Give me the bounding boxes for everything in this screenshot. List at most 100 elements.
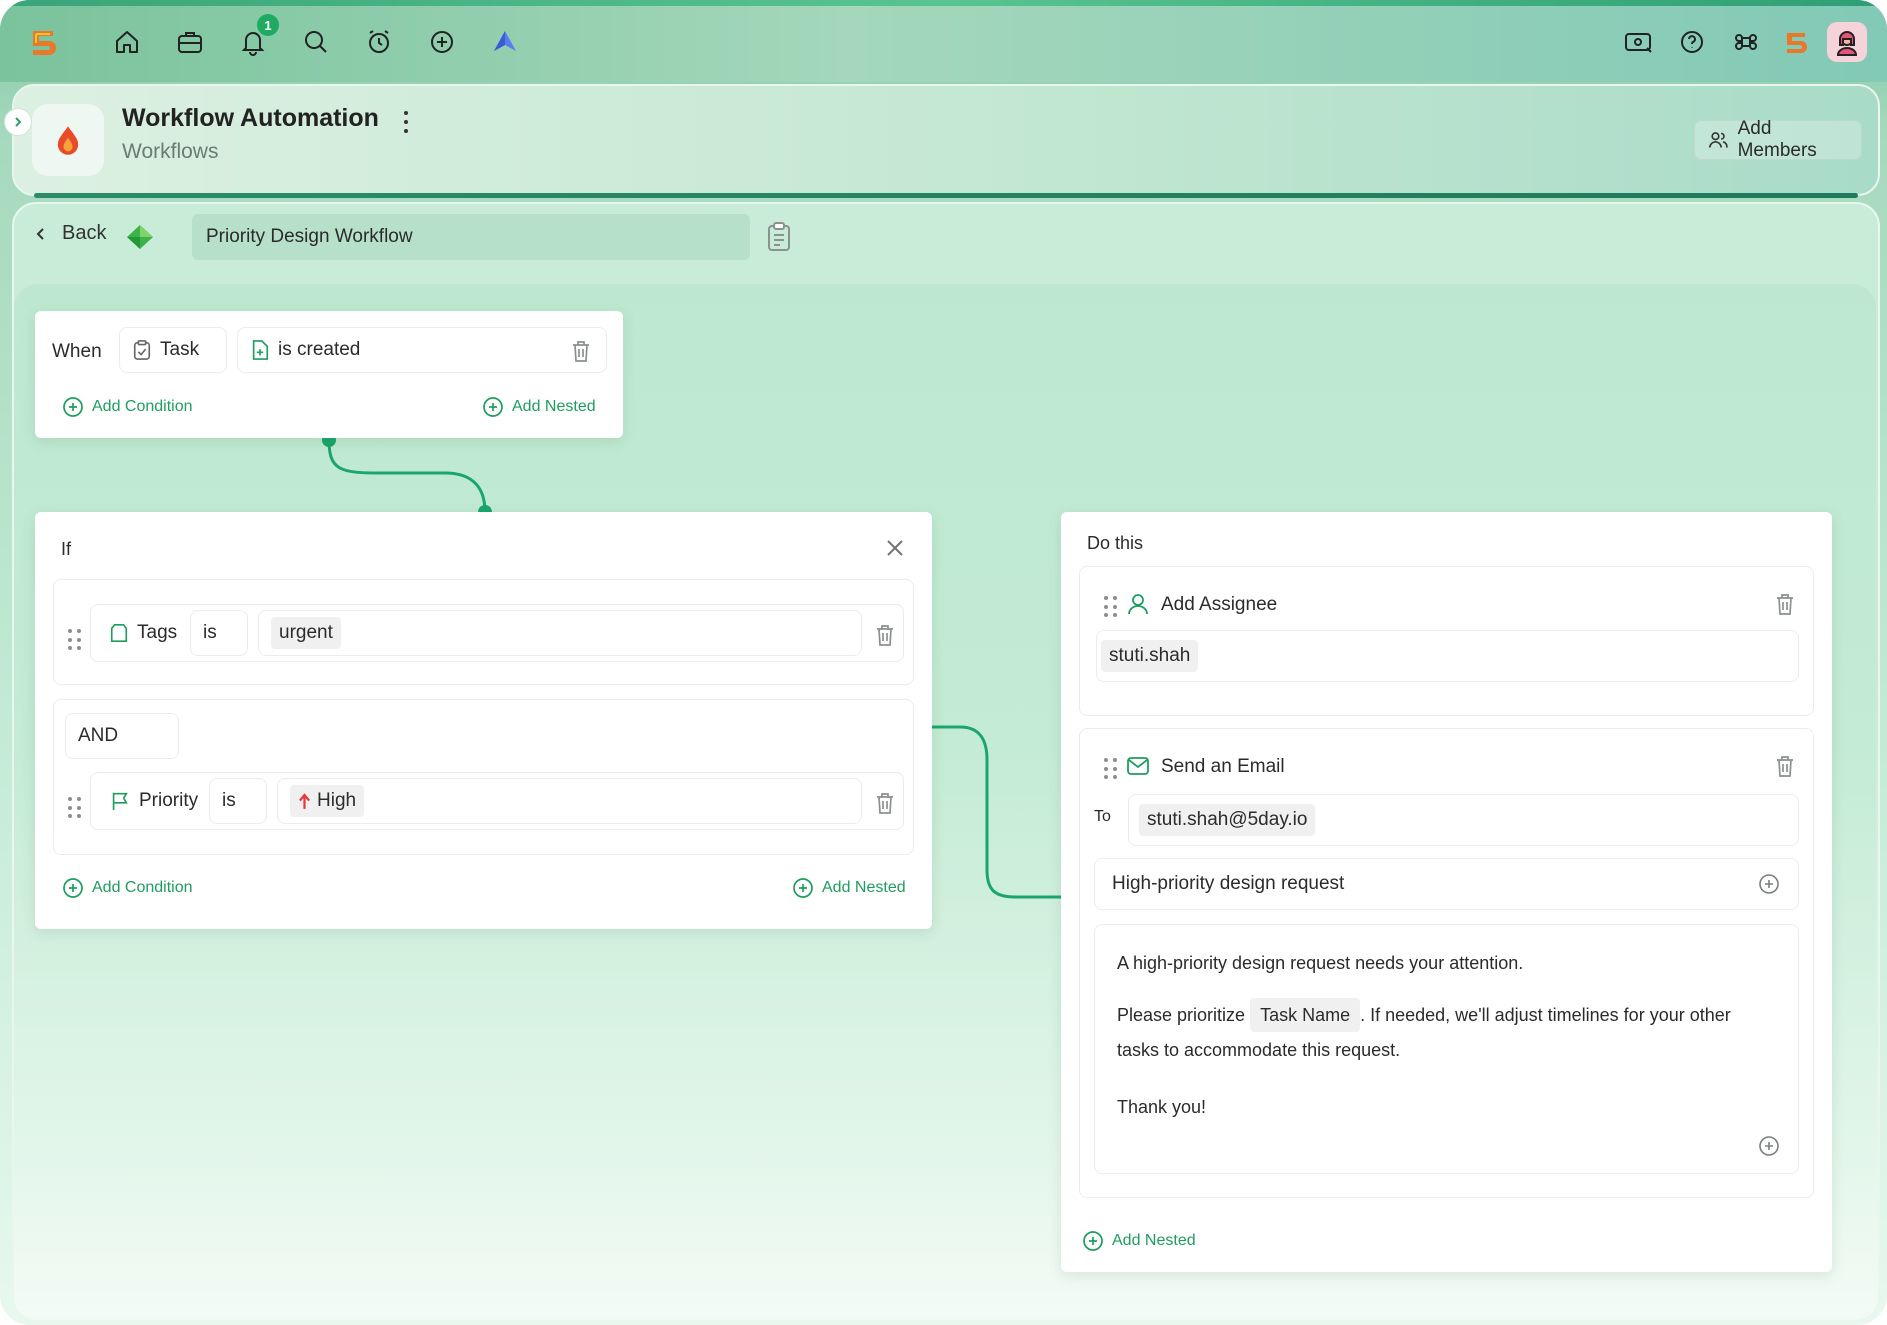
notification-count-badge: 1 — [257, 14, 279, 36]
and-joiner-select[interactable]: AND — [65, 713, 179, 759]
delete-condition-icon[interactable] — [874, 791, 896, 815]
insert-variable-icon[interactable] — [1758, 1135, 1780, 1157]
email-action-title: Send an Email — [1161, 756, 1285, 777]
search-icon[interactable] — [296, 22, 336, 62]
email-body-line: Thank you! — [1117, 1097, 1207, 1117]
tag-icon — [110, 624, 128, 642]
condition-operator-select[interactable]: is — [209, 778, 267, 824]
add-nested-label: Add Nested — [1112, 1232, 1196, 1249]
email-body-line: A high-priority design request needs you… — [1117, 953, 1524, 973]
diamond-icon — [127, 225, 153, 249]
add-nested-label: Add Nested — [512, 398, 596, 415]
delete-action-icon[interactable] — [1774, 754, 1796, 778]
avatar[interactable] — [1827, 22, 1867, 62]
flag-icon — [112, 792, 128, 811]
add-condition-label: Add Condition — [92, 398, 193, 415]
delete-condition-icon[interactable] — [874, 623, 896, 647]
file-plus-icon — [252, 340, 269, 360]
if-label: If — [61, 539, 72, 559]
back-button[interactable]: Back — [34, 222, 106, 245]
condition-value-tag: High — [290, 785, 365, 817]
back-label: Back — [62, 222, 107, 244]
condition-operator-select[interactable]: is — [190, 610, 248, 656]
condition-operator: is — [203, 622, 217, 643]
add-nested-label: Add Nested — [822, 879, 906, 896]
home-icon[interactable] — [107, 22, 147, 62]
plus-circle-icon — [483, 397, 503, 417]
add-members-label: Add Members — [1737, 118, 1817, 161]
plus-circle-icon — [793, 878, 813, 898]
condition-value-field[interactable]: High — [277, 778, 862, 824]
page-subtitle: Workflows — [122, 140, 219, 163]
plus-circle-icon[interactable] — [422, 22, 462, 62]
workflow-name-input[interactable]: Priority Design Workflow — [192, 214, 750, 260]
close-icon[interactable] — [885, 538, 905, 558]
joiner-label: AND — [78, 725, 119, 746]
condition-card: If Tags is urgent AND Priority is High A… — [35, 512, 932, 929]
alarm-icon[interactable] — [359, 22, 399, 62]
email-to-input[interactable]: stuti.shah@5day.io — [1128, 794, 1799, 846]
priority-value: High — [317, 790, 357, 811]
brand-icon[interactable] — [1776, 22, 1816, 62]
condition-field-select[interactable]: Priority — [97, 778, 213, 824]
plus-circle-icon — [1083, 1231, 1103, 1251]
sidebar-toggle-button[interactable] — [4, 108, 32, 136]
drag-handle-icon[interactable] — [1104, 758, 1118, 780]
more-options-icon[interactable] — [398, 108, 414, 136]
notes-icon[interactable] — [766, 222, 792, 252]
condition-operator: is — [222, 790, 236, 811]
condition-field-select[interactable]: Tags — [97, 610, 197, 656]
add-members-button[interactable]: Add Members — [1694, 118, 1862, 161]
do-this-label: Do this — [1087, 533, 1144, 553]
delete-trigger-icon[interactable] — [570, 339, 592, 363]
assignee-input[interactable]: stuti.shah — [1096, 630, 1799, 682]
clipboard-check-icon — [133, 340, 151, 360]
condition-value-tag: urgent — [271, 617, 341, 649]
command-icon[interactable] — [1726, 22, 1766, 62]
app-launcher-icon[interactable] — [485, 22, 525, 62]
email-body-line: Please prioritize Task Name. If needed, … — [1117, 998, 1731, 1033]
trigger-entity: Task — [160, 339, 200, 360]
add-condition-link[interactable]: Add Condition — [62, 877, 193, 899]
trigger-event: is created — [278, 339, 361, 360]
email-body-text: . If needed, we'll adjust timelines for … — [1360, 1005, 1731, 1025]
user-icon — [1128, 594, 1148, 615]
trigger-entity-select[interactable]: Task — [119, 327, 227, 373]
add-condition-link[interactable]: Add Condition — [62, 396, 193, 418]
email-body-line: tasks to accommodate this request. — [1117, 1040, 1401, 1060]
condition-field: Priority — [139, 790, 199, 811]
task-name-token[interactable]: Task Name — [1250, 998, 1361, 1032]
chevron-left-icon — [36, 227, 44, 240]
users-icon — [1709, 132, 1728, 148]
app-frame: 1 Workflow Automation Workflows Add Memb… — [0, 0, 1887, 1325]
mail-icon — [1127, 757, 1149, 775]
add-nested-link[interactable]: Add Nested — [792, 877, 906, 899]
drag-handle-icon[interactable] — [1104, 596, 1118, 618]
plus-circle-icon — [63, 397, 83, 417]
help-icon[interactable] — [1672, 22, 1712, 62]
plus-circle-icon — [63, 878, 83, 898]
billing-icon[interactable] — [1618, 22, 1658, 62]
condition-field: Tags — [137, 622, 178, 643]
arrow-up-icon — [299, 792, 310, 809]
action-card: Do this Add Assignee stuti.shah Send an … — [1061, 512, 1832, 1272]
briefcase-icon[interactable] — [170, 22, 210, 62]
email-recipient-tag: stuti.shah@5day.io — [1139, 804, 1316, 836]
bell-icon[interactable]: 1 — [233, 14, 279, 62]
email-subject-input[interactable]: High-priority design request — [1094, 858, 1799, 910]
condition-value-field[interactable]: urgent — [258, 610, 862, 656]
add-nested-link[interactable]: Add Nested — [482, 396, 596, 418]
insert-variable-icon[interactable] — [1758, 873, 1780, 895]
to-label: To — [1094, 808, 1111, 825]
drag-handle-icon[interactable] — [68, 797, 82, 819]
add-nested-link[interactable]: Add Nested — [1082, 1230, 1196, 1252]
trigger-event-select[interactable]: is created — [237, 327, 607, 373]
email-body-text: Please prioritize — [1117, 1005, 1246, 1025]
flame-icon — [57, 126, 79, 155]
delete-action-icon[interactable] — [1774, 592, 1796, 616]
page-title: Workflow Automation — [122, 104, 379, 132]
drag-handle-icon[interactable] — [68, 629, 82, 651]
add-condition-label: Add Condition — [92, 879, 193, 896]
email-subject: High-priority design request — [1112, 873, 1345, 894]
brand-logo-icon[interactable] — [24, 22, 64, 62]
